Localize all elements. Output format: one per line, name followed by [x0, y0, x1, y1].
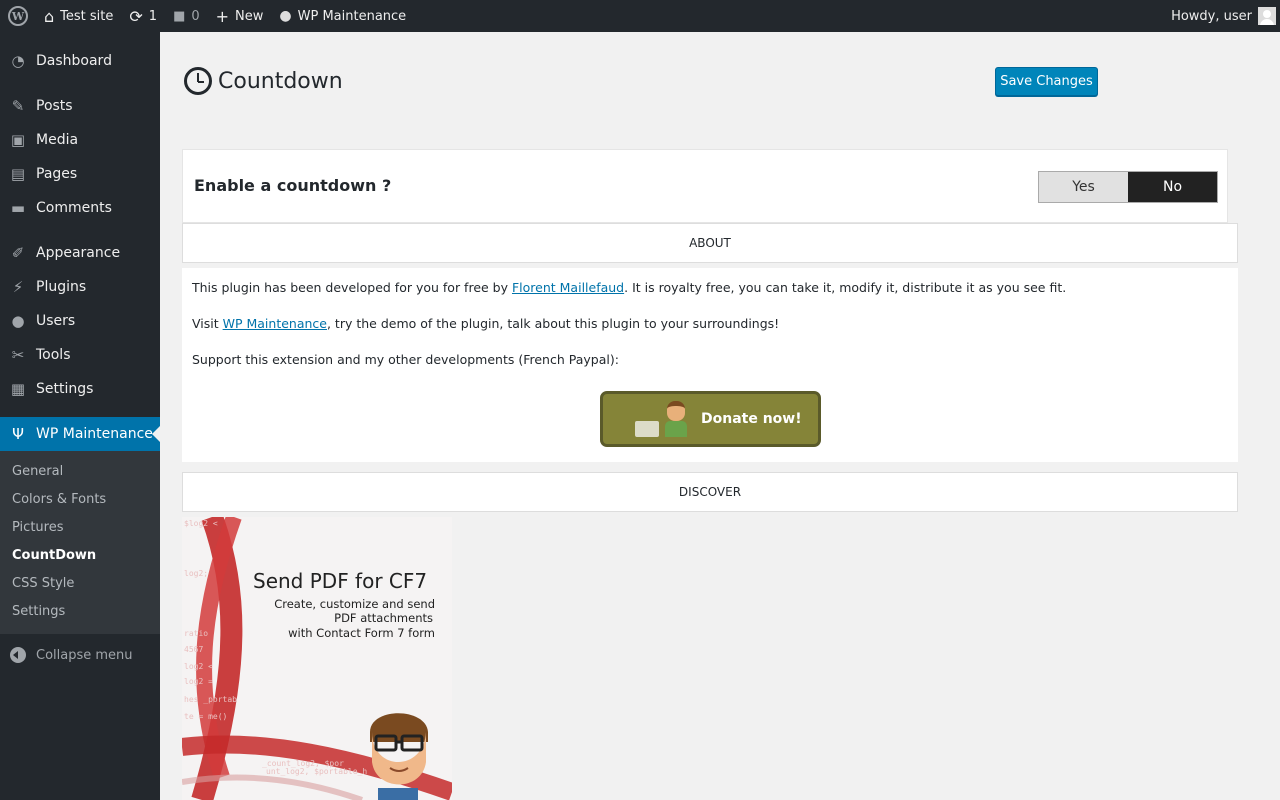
- submenu-css-style[interactable]: CSS Style: [12, 576, 74, 591]
- avatar: [1258, 7, 1276, 25]
- sidebar-item-comments[interactable]: ▬ Comments: [0, 191, 160, 225]
- admin-sidebar: ◔ Dashboard ✎ Posts ▣ Media ▤ Pages ▬ Co…: [0, 32, 160, 800]
- about-text: This plugin has been developed for you f…: [192, 280, 512, 295]
- page-title: Countdown: [218, 68, 343, 94]
- my-account-link[interactable]: Howdy, user: [1163, 0, 1280, 32]
- sidebar-item-label: Settings: [36, 381, 94, 397]
- sidebar-item-wp-maintenance[interactable]: Ψ WP Maintenance: [0, 417, 160, 451]
- admin-bar: W ⌂ Test site ⟳ 1 ■ 0 + New ● WP Mainten…: [0, 0, 1280, 32]
- about-line-2: Visit WP Maintenance, try the demo of th…: [192, 316, 779, 331]
- submenu-general[interactable]: General: [12, 464, 63, 479]
- sidebar-item-label: Plugins: [36, 279, 87, 295]
- media-icon: ▣: [10, 131, 26, 149]
- pin-icon: ✎: [11, 97, 25, 115]
- collapse-menu-label: Collapse menu: [36, 647, 133, 663]
- plug-icon: ⚡: [12, 278, 24, 296]
- sidebar-item-label: Posts: [36, 98, 73, 114]
- submenu-settings[interactable]: Settings: [12, 604, 65, 619]
- donate-label: Donate now!: [701, 411, 802, 427]
- ad-subtitle-1: Create, customize and send: [274, 597, 435, 611]
- collapse-arrow-icon: [10, 647, 26, 663]
- ad-subtitle-2: PDF attachments: [334, 611, 433, 625]
- enable-countdown-toggle[interactable]: Yes No: [1038, 171, 1218, 203]
- sidebar-item-label: Users: [36, 313, 76, 329]
- settings-icon: ▦: [10, 380, 26, 398]
- site-name: Test site: [60, 8, 114, 24]
- send-pdf-cf7-banner[interactable]: $log2 < log2; ratio 4567 log2 < log2 = h…: [182, 517, 452, 800]
- sidebar-item-appearance[interactable]: ✐ Appearance: [0, 236, 160, 270]
- plugin-status-link[interactable]: ● WP Maintenance: [271, 0, 414, 32]
- ad-subtitle-3: with Contact Form 7 form: [288, 626, 435, 640]
- sidebar-item-dashboard[interactable]: ◔ Dashboard: [0, 44, 160, 78]
- about-section-body: This plugin has been developed for you f…: [182, 268, 1238, 462]
- submenu-colors-fonts[interactable]: Colors & Fonts: [12, 492, 106, 507]
- comment-icon: ▬: [10, 199, 26, 217]
- refresh-icon: ⟳: [129, 6, 143, 26]
- sidebar-item-label: Dashboard: [36, 53, 112, 69]
- about-line-1: This plugin has been developed for you f…: [192, 280, 1066, 295]
- clock-icon: [184, 67, 212, 95]
- new-content-link[interactable]: + New: [208, 0, 272, 32]
- comments-link[interactable]: ■ 0: [165, 0, 208, 32]
- plugin-status-label: WP Maintenance: [297, 8, 407, 24]
- comments-count: 0: [191, 8, 200, 24]
- sidebar-item-plugins[interactable]: ⚡ Plugins: [0, 270, 160, 304]
- sidebar-item-label: Appearance: [36, 245, 121, 261]
- sidebar-item-label: Pages: [36, 166, 78, 182]
- wp-maintenance-link[interactable]: WP Maintenance: [223, 316, 327, 331]
- developer-face-icon: [370, 713, 428, 800]
- toggle-yes-option[interactable]: Yes: [1039, 172, 1128, 202]
- sidebar-item-label: Tools: [36, 347, 71, 363]
- submenu-pictures[interactable]: Pictures: [12, 520, 63, 535]
- site-name-link[interactable]: ⌂ Test site: [36, 0, 121, 32]
- sidebar-item-media[interactable]: ▣ Media: [0, 123, 160, 157]
- new-label: New: [235, 8, 264, 24]
- about-section-header[interactable]: ABOUT: [182, 223, 1238, 263]
- dashboard-icon: ◔: [11, 52, 25, 70]
- developer-illustration-icon: [631, 397, 695, 441]
- wp-maintenance-submenu: General Colors & Fonts Pictures CountDow…: [0, 451, 160, 634]
- enable-countdown-label: Enable a countdown ?: [194, 176, 392, 195]
- sidebar-item-pages[interactable]: ▤ Pages: [0, 157, 160, 191]
- toggle-no-option[interactable]: No: [1128, 172, 1217, 202]
- discover-section-header[interactable]: DISCOVER: [182, 472, 1238, 512]
- pages-icon: ▤: [10, 165, 26, 183]
- about-text: Visit: [192, 316, 223, 331]
- submenu-countdown[interactable]: CountDown: [12, 548, 96, 563]
- howdy-text: Howdy, user: [1171, 8, 1252, 24]
- updates-link[interactable]: ⟳ 1: [121, 0, 165, 32]
- wordpress-icon: W: [8, 6, 28, 26]
- author-link[interactable]: Florent Maillefaud: [512, 280, 624, 295]
- about-line-3: Support this extension and my other deve…: [192, 352, 619, 367]
- main-content: Countdown Save Changes Enable a countdow…: [160, 32, 1280, 800]
- sidebar-item-users[interactable]: ● Users: [0, 304, 160, 338]
- sidebar-item-label: Comments: [36, 200, 112, 216]
- wrench-icon: ✂: [11, 346, 25, 364]
- status-circle-icon: ●: [279, 8, 292, 24]
- about-text: , try the demo of the plugin, talk about…: [326, 316, 780, 331]
- sidebar-item-settings[interactable]: ▦ Settings: [0, 372, 160, 406]
- sidebar-item-label: WP Maintenance: [36, 426, 153, 442]
- sidebar-item-tools[interactable]: ✂ Tools: [0, 338, 160, 372]
- updates-count: 1: [148, 8, 158, 24]
- maintenance-icon: Ψ: [12, 425, 24, 443]
- home-icon: ⌂: [44, 6, 55, 26]
- ad-title: Send PDF for CF7: [253, 569, 428, 593]
- sidebar-item-label: Media: [36, 132, 79, 148]
- about-text: . It is royalty free, you can take it, m…: [624, 280, 1067, 295]
- page-header: Countdown: [184, 67, 343, 95]
- collapse-menu-button[interactable]: Collapse menu: [0, 640, 160, 670]
- enable-countdown-panel: Enable a countdown ? Yes No: [182, 149, 1228, 223]
- brush-icon: ✐: [11, 244, 25, 262]
- sidebar-item-posts[interactable]: ✎ Posts: [0, 89, 160, 123]
- user-icon: ●: [11, 312, 25, 330]
- donate-button[interactable]: Donate now!: [600, 391, 821, 447]
- save-changes-button[interactable]: Save Changes: [995, 67, 1098, 96]
- comment-icon: ■: [173, 8, 186, 24]
- wordpress-logo[interactable]: W: [0, 0, 36, 32]
- plus-icon: +: [215, 6, 230, 26]
